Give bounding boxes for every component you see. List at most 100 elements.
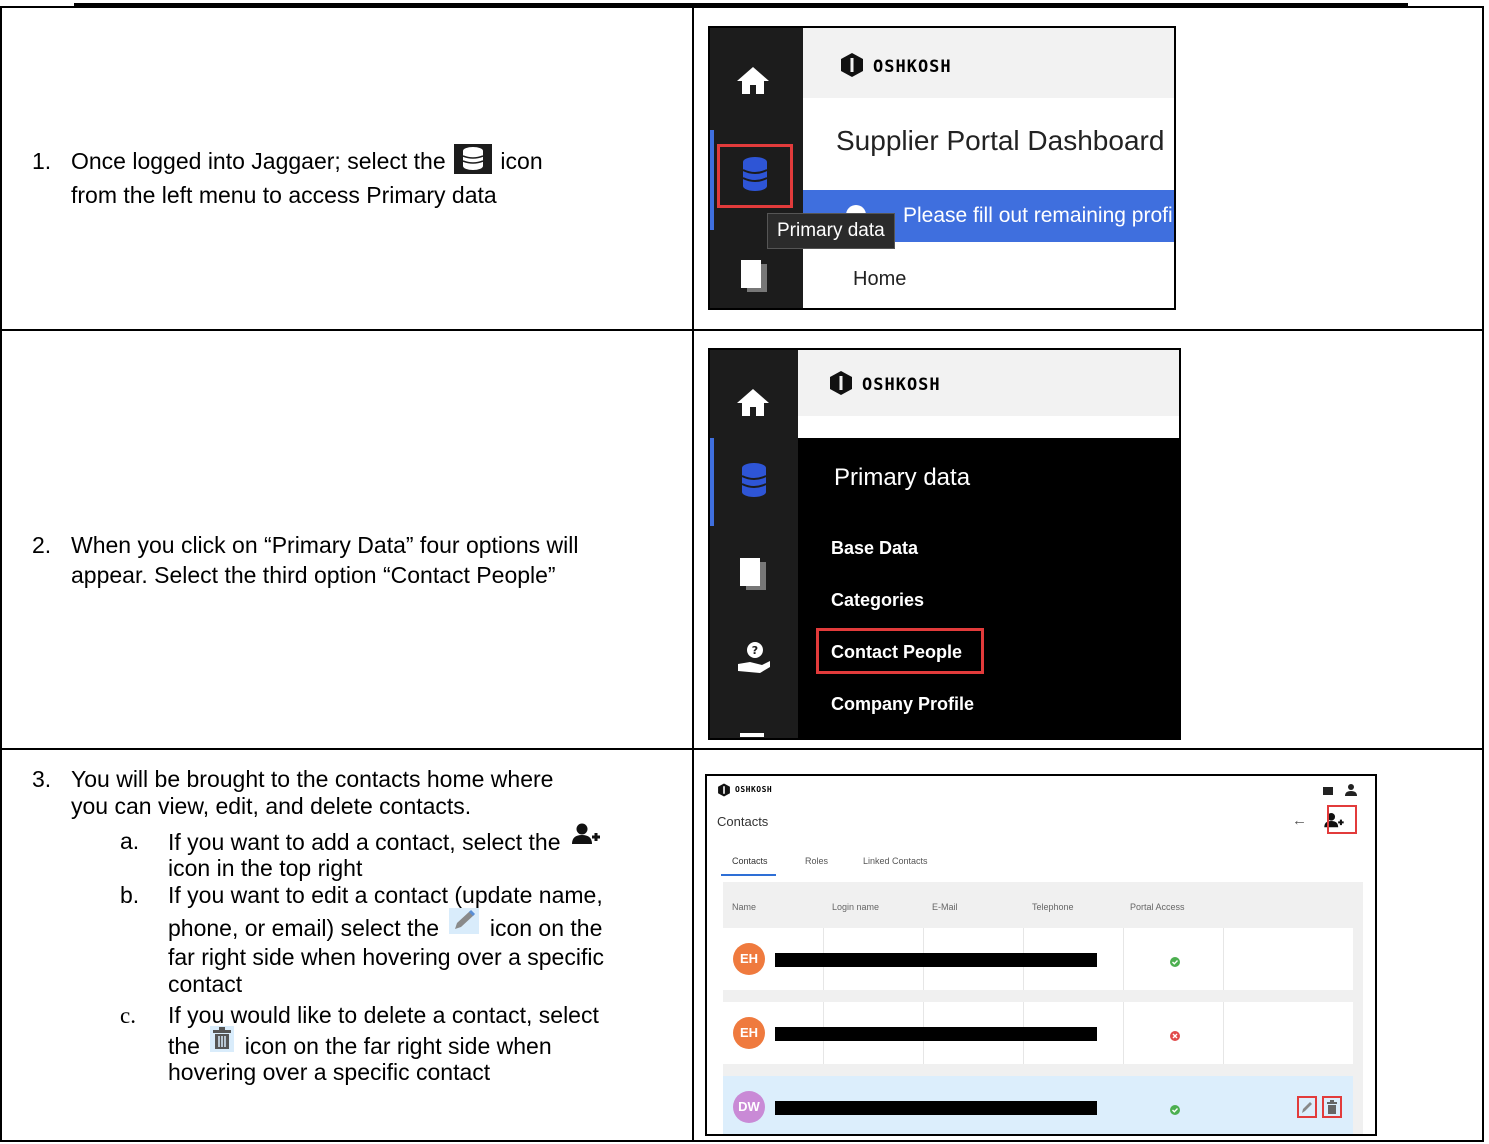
app-sidebar: ? [710,350,798,738]
avatar: DW [733,1091,765,1123]
messages-icon[interactable] [1323,787,1333,795]
database-icon[interactable] [739,462,769,503]
oshkosh-logo-icon [839,52,865,83]
tab-roles[interactable]: Roles [805,856,828,866]
active-tab-indicator [721,874,776,876]
sub-step-c-text-line1: If you would like to delete a contact, s… [168,1002,599,1028]
avatar: EH [733,1017,765,1049]
sub-step-a-text-line2: icon in the top right [168,855,363,881]
tab-contacts[interactable]: Contacts [732,856,768,866]
page-title: Contacts [717,814,769,829]
menu-item-base-data[interactable]: Base Data [831,538,918,559]
sub-step-a-text: If you want to add a contact, select the [168,829,561,856]
step-1-instruction: 1. Once logged into Jaggaer; select the … [32,144,672,218]
svg-text:?: ? [752,644,758,657]
sub-step-b-text-line3: far right side when hovering over a spec… [168,944,604,970]
column-divider [1123,928,1124,990]
tab-linked-contacts[interactable]: Linked Contacts [863,856,928,866]
redacted-contact-details [775,1027,1097,1041]
sub-step-b-text-line4: contact [168,971,243,997]
step-2-screenshot: ? OSHKOSH Primary data Base Data Categor… [708,348,1181,740]
sub-step-b-text-line1: If you want to edit a contact (update na… [168,882,603,908]
highlight-contact-people [816,628,984,674]
column-divider [1223,1002,1224,1064]
highlight-database-icon [717,144,793,208]
oshkosh-logo-icon [828,370,854,401]
avatar: EH [733,943,765,975]
database-icon [454,144,493,174]
redacted-contact-details [775,953,1097,967]
row-divider-2 [2,748,1482,750]
edit-button[interactable] [1297,1096,1317,1118]
oshkosh-logo-icon [717,783,731,802]
sub-step-c-text-line2-after: icon on the far right side when [244,1033,552,1060]
step-1-text-icon-word: icon [500,148,543,175]
step-number: 1. [32,148,52,174]
column-header-portal-access: Portal Access [1130,902,1185,912]
menu-title: Primary data [834,464,971,491]
sub-step-c-label: c. [120,1003,136,1028]
home-icon[interactable] [735,386,771,423]
delete-button[interactable] [1322,1096,1342,1118]
sub-step-b-text-line2-after: icon on the [489,915,603,942]
table-row-hovered[interactable]: DW [723,1076,1353,1134]
sub-step-b-text-line2: phone, or email) select the [168,915,440,942]
step-number: 2. [32,532,52,558]
active-indicator [710,130,714,230]
column-header-login-name: Login name [832,902,880,912]
step-1-text-line2: from the left menu to access Primary dat… [71,182,497,208]
column-divider [692,8,694,1140]
home-icon[interactable] [735,64,771,101]
dashboard-title: Supplier Portal Dashboard [836,125,1165,156]
obscured-dashboard-title [798,416,1179,438]
step-3-text-line1: You will be brought to the contacts home… [71,766,554,792]
brand-name: OSHKOSH [735,785,773,794]
table-row[interactable]: EH [723,928,1353,990]
sub-step-a-label: a. [120,828,140,854]
column-header-name: Name [732,902,757,912]
documents-icon[interactable] [738,258,772,301]
step-2-text-line2: appear. Select the third option “Contact… [71,562,556,588]
instruction-table: 1. Once logged into Jaggaer; select the … [0,6,1484,1142]
brand-name: OSHKOSH [862,375,941,395]
brand-name: OSHKOSH [873,57,952,77]
column-divider [1223,928,1224,990]
menu-item-company-profile[interactable]: Company Profile [831,694,974,715]
step-3-screenshot: OSHKOSH Contacts ← Contacts Roles Linked… [705,774,1377,1136]
tooltip: Primary data [767,213,895,249]
step-1-text: Once logged into Jaggaer; select the [71,148,446,175]
step-1-screenshot: OSHKOSH Supplier Portal Dashboard Please… [708,26,1176,310]
pencil-icon [449,908,480,940]
sub-step-c-text-line2: the [168,1033,200,1060]
sub-step-b-label: b. [120,882,140,908]
redacted-contact-details [775,1101,1097,1115]
contacts-table: Name Login name E-Mail Telephone Portal … [723,882,1363,1134]
primary-data-menu: Primary data Base Data Categories Contac… [798,438,1179,738]
highlight-add-contact [1327,805,1357,834]
more-icon [740,733,764,737]
banner-text: Please fill out remaining profile [903,204,1176,227]
step-2-instruction: 2. When you click on “Primary Data” four… [32,532,672,602]
app-header: OSHKOSH [707,776,1375,804]
column-header-telephone: Telephone [1032,902,1074,912]
back-arrow-icon[interactable]: ← [1292,812,1307,829]
column-divider [1123,1002,1124,1064]
table-row[interactable]: EH [723,1002,1353,1064]
menu-item-categories[interactable]: Categories [831,590,924,611]
app-header: OSHKOSH [803,28,1174,98]
trash-icon [210,1026,235,1058]
row-divider-1 [2,329,1482,331]
step-3-text-line2: you can view, edit, and delete contacts. [71,793,472,819]
check-icon [1170,1102,1180,1120]
add-contact-icon [571,822,601,854]
step-2-text-line1: When you click on “Primary Data” four op… [71,532,579,558]
app-header: OSHKOSH [798,350,1179,416]
home-link[interactable]: Home [853,268,906,291]
column-header-email: E-Mail [932,902,958,912]
active-indicator [710,438,714,526]
step-3-instruction: 3. You will be brought to the contacts h… [32,766,682,1136]
documents-icon[interactable] [737,556,771,599]
user-icon[interactable] [1345,783,1357,802]
check-icon [1170,954,1180,972]
help-hand-icon[interactable]: ? [736,640,772,681]
